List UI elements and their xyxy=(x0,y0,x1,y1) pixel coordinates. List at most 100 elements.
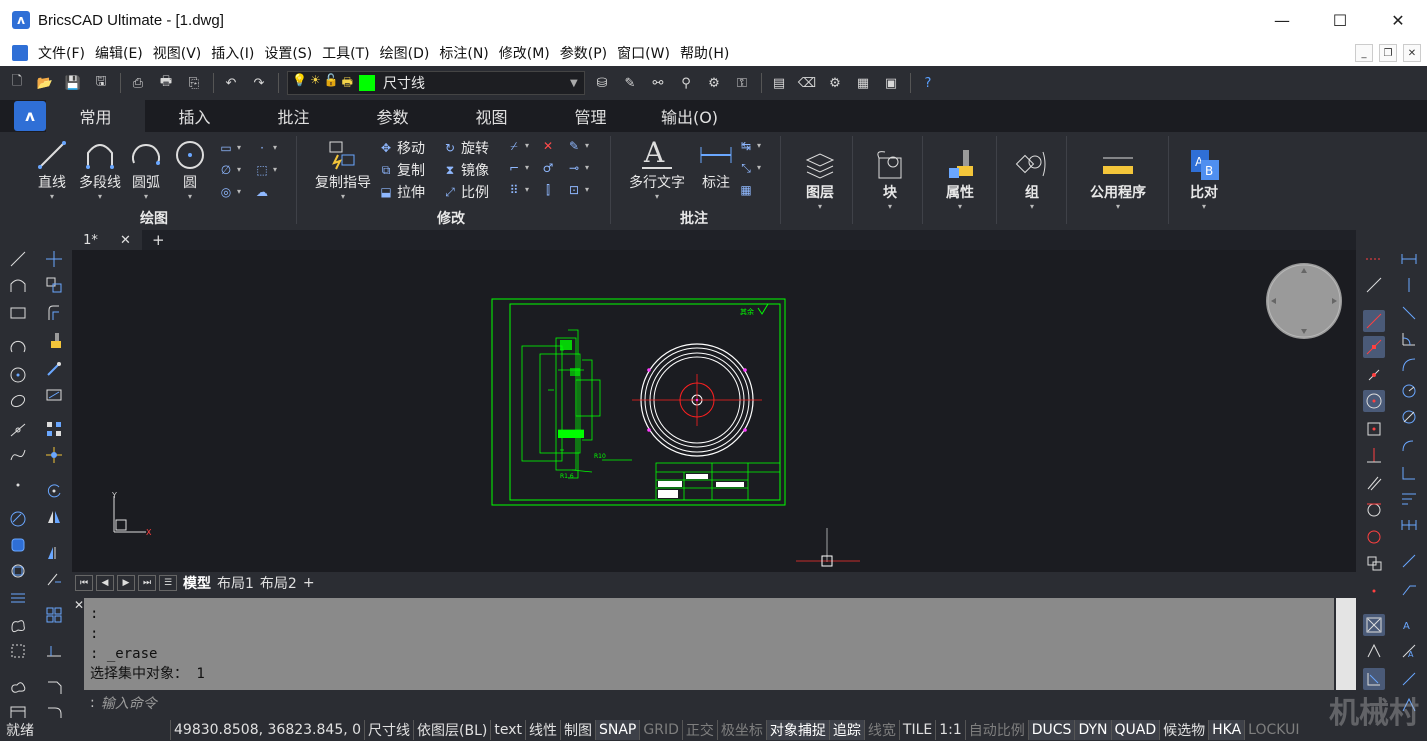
toggle-dyn[interactable]: DYN xyxy=(1074,719,1111,740)
explode-tool[interactable]: ♂ xyxy=(540,160,559,176)
close-tab-icon[interactable]: ✕ xyxy=(120,233,131,248)
rectangle-tool-icon[interactable] xyxy=(7,302,29,324)
dim-continue-icon[interactable] xyxy=(1398,514,1420,536)
toggle-osnap[interactable]: 对象捕捉 xyxy=(765,719,829,740)
minimize-button[interactable]: — xyxy=(1253,0,1311,40)
settings-gear-icon[interactable]: ⚙ xyxy=(824,72,846,94)
image-icon[interactable]: ▣ xyxy=(880,72,902,94)
trim-tool[interactable]: ⌿ ▾ xyxy=(506,138,529,154)
new-tab-button[interactable]: + xyxy=(152,231,165,249)
tab-manage[interactable]: 管理 xyxy=(541,100,640,132)
open-file-icon[interactable]: 📂 xyxy=(34,72,56,94)
move-button[interactable]: ✥ 移动 xyxy=(378,138,425,158)
tab-insert[interactable]: 插入 xyxy=(145,100,244,132)
copy-guide-button[interactable]: 复制指导 ▾ xyxy=(312,138,374,202)
point-tool-icon[interactable] xyxy=(7,474,29,496)
help-icon[interactable]: ? xyxy=(917,72,939,94)
table-tool[interactable]: ▦ xyxy=(738,182,757,198)
arc-tool-icon[interactable] xyxy=(7,336,29,358)
close-button[interactable]: ✕ xyxy=(1369,0,1427,40)
snap-intersection-icon[interactable] xyxy=(1363,336,1385,358)
status-color[interactable]: 依图层(BL) xyxy=(413,719,490,740)
break-tool[interactable]: ⊡ ▾ xyxy=(566,182,589,198)
region-tool-icon[interactable] xyxy=(7,534,29,556)
menu-view[interactable]: 视图(V) xyxy=(153,43,202,63)
tab-model[interactable]: 模型 xyxy=(183,573,211,593)
align-tool-icon[interactable] xyxy=(43,384,65,406)
doc-restore-button[interactable]: ❐ xyxy=(1379,44,1397,62)
doc-close-button[interactable]: ✕ xyxy=(1403,44,1421,62)
utilities-button[interactable]: 公用程序 ▾ xyxy=(1082,148,1154,212)
tab-home[interactable]: 常用 xyxy=(46,100,145,132)
copy-button[interactable]: ⧉ 复制 xyxy=(378,160,425,180)
dim-baseline-icon[interactable] xyxy=(1398,488,1420,510)
toggle-tile[interactable]: TILE xyxy=(898,719,935,740)
prev-layout-icon[interactable]: ◀ xyxy=(96,575,114,591)
cloud-shape-icon[interactable] xyxy=(7,676,29,698)
make-layer-current-icon[interactable]: ⛁ xyxy=(591,72,613,94)
toggle-hka[interactable]: HKA xyxy=(1208,719,1245,740)
layer-isolate-icon[interactable]: ⚯ xyxy=(647,72,669,94)
circle-tool-icon[interactable] xyxy=(7,364,29,386)
dim-aligned-icon[interactable] xyxy=(1398,302,1420,324)
dim-edit-icon[interactable]: A xyxy=(1398,640,1420,662)
group-button[interactable]: 组 ▾ xyxy=(1004,148,1060,212)
erase-tool[interactable]: ✕ xyxy=(540,138,559,154)
offset-tool-icon[interactable] xyxy=(43,302,65,324)
toggle-polar[interactable]: 极坐标 xyxy=(716,719,766,740)
point-tool[interactable]: · ▾ xyxy=(254,140,277,156)
navigation-wheel[interactable] xyxy=(1266,263,1342,339)
menu-help[interactable]: 帮助(H) xyxy=(680,43,729,63)
dim-tolerance-icon[interactable] xyxy=(1398,550,1420,572)
gradient-tool-icon[interactable] xyxy=(7,586,29,608)
leader-tool[interactable]: ⤡ ▾ xyxy=(738,160,761,176)
mirror-tool-icon[interactable] xyxy=(43,506,65,528)
properties-button[interactable]: 属性 ▾ xyxy=(932,148,988,212)
redo-icon[interactable]: ↷ xyxy=(248,72,270,94)
new-file-icon[interactable]: 🗋 xyxy=(6,72,28,94)
snap-tangent-icon[interactable] xyxy=(1363,498,1385,520)
command-input[interactable]: : 输入命令 xyxy=(84,692,1334,714)
snap-center-icon[interactable] xyxy=(1363,390,1385,412)
scale-button[interactable]: ⤢ 比例 xyxy=(442,182,489,202)
scale-tool-icon[interactable] xyxy=(43,542,65,564)
edit-tool[interactable]: ✎ ▾ xyxy=(566,138,589,154)
print-icon[interactable]: 🖶 xyxy=(155,72,177,94)
match-layer-icon[interactable]: ✎ xyxy=(619,72,641,94)
dim-jogged-icon[interactable] xyxy=(1398,434,1420,456)
toggle-lockui[interactable]: LOCKUI xyxy=(1244,719,1302,740)
snap-insertion-icon[interactable] xyxy=(1363,552,1385,574)
coordinates-readout[interactable]: 49830.8508, 36823.845, 0 xyxy=(170,719,364,740)
boundary-tool-icon[interactable] xyxy=(7,560,29,582)
dim-radius-icon[interactable] xyxy=(1398,380,1420,402)
print-preview-icon[interactable]: ⎙ xyxy=(127,72,149,94)
snap-clear-icon[interactable] xyxy=(1363,614,1385,636)
rotate-tool-icon[interactable] xyxy=(43,480,65,502)
menu-file[interactable]: 文件(F) xyxy=(38,43,85,63)
doc-minimize-button[interactable]: _ xyxy=(1355,44,1373,62)
block-button[interactable]: 块 ▾ xyxy=(862,148,918,212)
eraser-icon[interactable]: ⌫ xyxy=(796,72,818,94)
dim-vertical-icon[interactable] xyxy=(1398,274,1420,296)
save-icon[interactable]: 💾 xyxy=(62,72,84,94)
add-layout-button[interactable]: + xyxy=(303,575,315,591)
snap-endpoint-icon[interactable] xyxy=(1363,274,1385,296)
properties-panel-icon[interactable]: ▤ xyxy=(768,72,790,94)
dimension-button[interactable]: 标注 xyxy=(688,138,744,192)
dim-arc-icon[interactable] xyxy=(1398,354,1420,376)
menu-edit[interactable]: 编辑(E) xyxy=(95,43,143,63)
dim-ordinate-icon[interactable] xyxy=(1398,462,1420,484)
layout-list-icon[interactable]: ☰ xyxy=(159,575,177,591)
toggle-candidates[interactable]: 候选物 xyxy=(1159,719,1208,740)
dim-update-icon[interactable] xyxy=(1398,668,1420,690)
dim-leader-icon[interactable] xyxy=(1398,578,1420,600)
mirror-button[interactable]: ⧗ 镜像 xyxy=(442,160,489,180)
snap-extension-icon[interactable] xyxy=(1363,248,1385,270)
tab-output[interactable]: 输出(O) xyxy=(640,100,739,132)
tab-view[interactable]: 视图 xyxy=(442,100,541,132)
rectangle-tool[interactable]: ▭ ▾ xyxy=(218,140,241,156)
array-tool-icon[interactable] xyxy=(43,418,65,440)
toggle-grid[interactable]: GRID xyxy=(639,719,682,740)
spline-tool-icon[interactable] xyxy=(7,444,29,466)
dim-style-tool[interactable]: ↹ ▾ xyxy=(738,138,761,154)
